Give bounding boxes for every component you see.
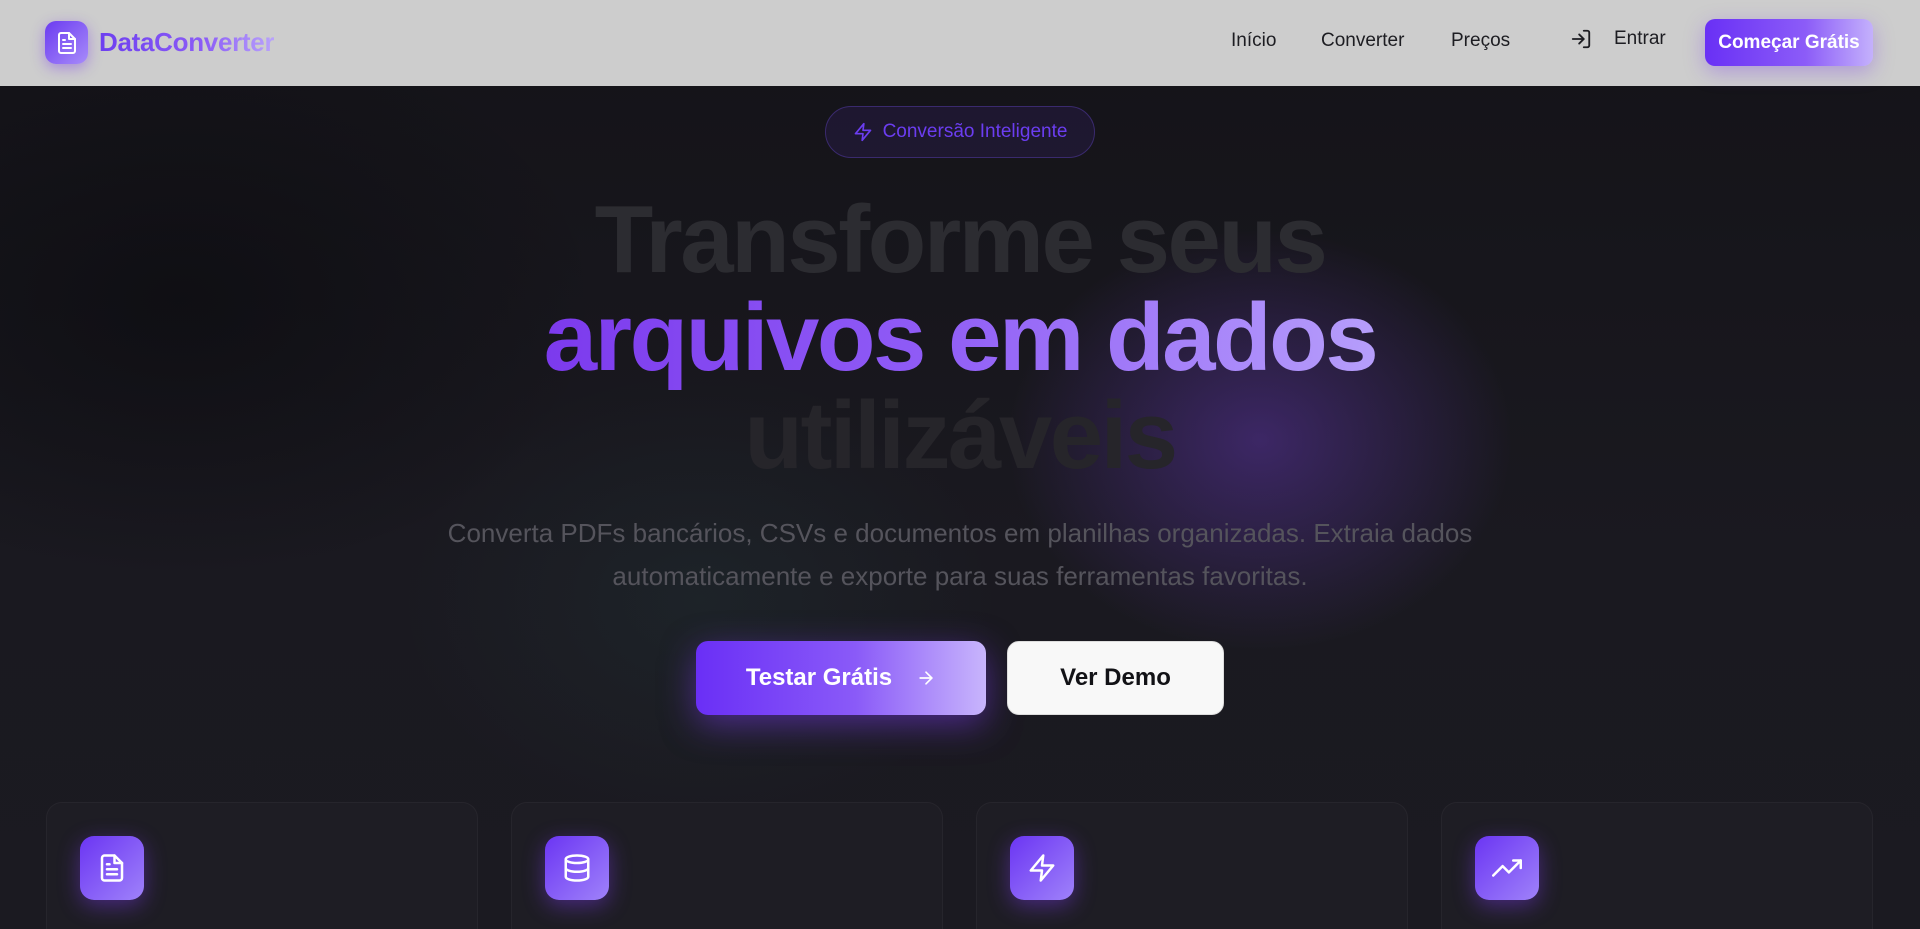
database-icon [545,836,609,900]
headline-line-3: utilizáveis [744,382,1178,489]
try-free-label: Testar Grátis [745,664,893,691]
file-text-icon [45,21,88,64]
login-link[interactable]: Entrar [1570,28,1666,50]
smart-conversion-badge: Conversão Inteligente [825,106,1095,158]
feature-card [976,802,1408,929]
login-label: Entrar [1614,28,1666,49]
zap-icon [1010,836,1074,900]
nav-link-converter[interactable]: Converter [1321,30,1404,52]
headline-line-1: Transforme seus [594,186,1328,293]
file-text-icon [80,836,144,900]
hero-subtitle-line-2: automaticamente e exporte para suas ferr… [612,561,1308,591]
start-free-button[interactable]: Começar Grátis [1705,19,1873,66]
brand-logo[interactable]: DataConverter [45,21,275,64]
trending-up-icon [1475,836,1539,900]
feature-card [511,802,943,929]
nav-link-precos[interactable]: Preços [1451,30,1510,52]
hero-subtitle-line-1: Converta PDFs bancários, CSVs e document… [447,518,1473,548]
headline-highlight: arquivos em dados [543,284,1379,391]
feature-card [1441,802,1873,929]
badge-label: Conversão Inteligente [882,121,1068,142]
feature-card [46,802,478,929]
nav-link-inicio[interactable]: Início [1231,30,1276,52]
try-free-button[interactable]: Testar Grátis [696,641,986,715]
log-in-icon [1571,29,1591,49]
brand-name: DataConverter [99,27,275,57]
view-demo-button[interactable]: Ver Demo [1007,641,1224,715]
zap-icon [854,122,871,142]
top-navbar: DataConverter Início Converter Preços En… [0,0,1920,86]
arrow-right-icon [916,668,936,688]
headline-line-2: arquivos em dados [0,290,1920,386]
